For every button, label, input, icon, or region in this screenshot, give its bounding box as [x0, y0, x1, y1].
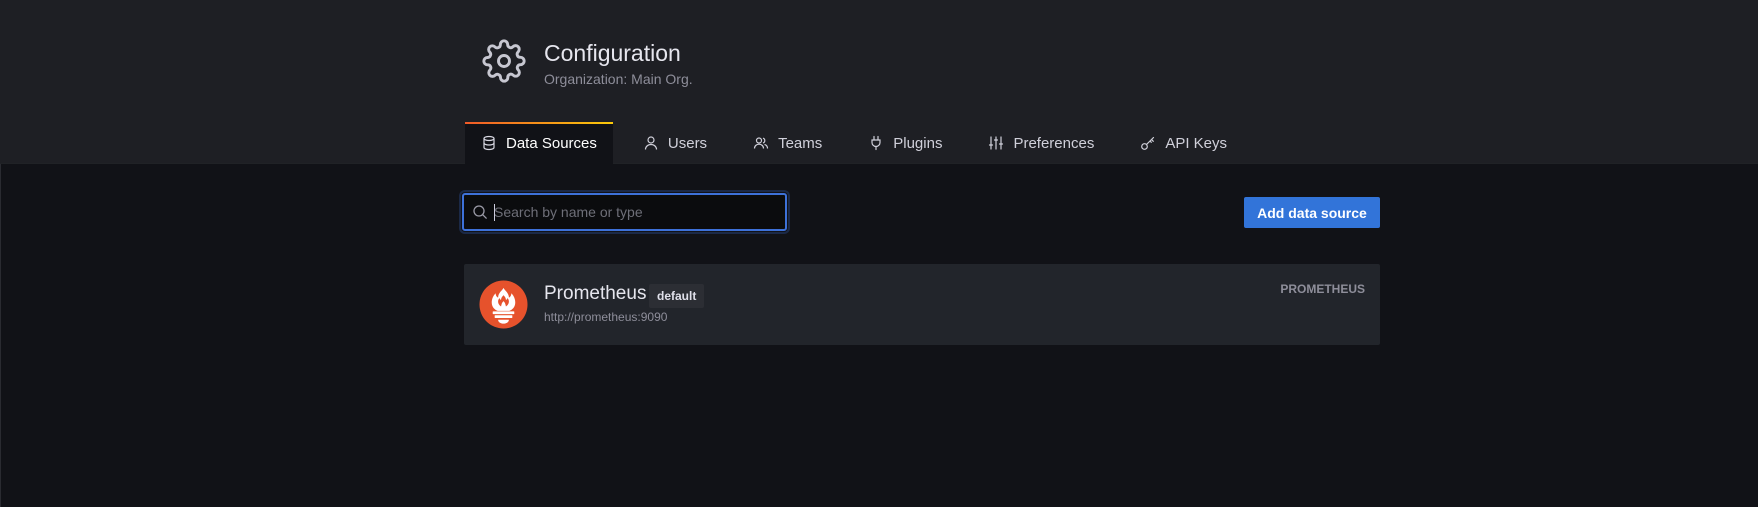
tab-users[interactable]: Users [627, 122, 723, 164]
gear-icon [482, 39, 526, 83]
datasource-type: PROMETHEUS [1280, 282, 1365, 296]
default-badge: default [649, 284, 705, 308]
tab-label: Teams [778, 134, 823, 152]
search-icon [472, 204, 488, 220]
datasource-url: http://prometheus:9090 [544, 310, 668, 324]
plug-icon [868, 135, 884, 151]
tab-plugins[interactable]: Plugins [852, 122, 958, 164]
database-icon [481, 135, 497, 151]
tab-label: API Keys [1165, 134, 1228, 152]
search-box [462, 193, 787, 231]
tab-label: Users [667, 134, 708, 152]
tab-label: Preferences [1013, 134, 1095, 152]
tab-data-sources[interactable]: Data Sources [465, 122, 613, 164]
tab-label: Plugins [893, 134, 943, 152]
page-subtitle: Organization: Main Org. [544, 71, 693, 87]
tab-teams[interactable]: Teams [737, 122, 838, 164]
search-input[interactable] [494, 195, 779, 229]
page-header: Configuration Organization: Main Org. Da… [0, 0, 1758, 164]
page: Configuration Organization: Main Org. Da… [0, 0, 1758, 507]
key-icon [1140, 135, 1156, 151]
datasource-card-prometheus[interactable]: Prometheus default http://prometheus:909… [464, 264, 1380, 345]
prometheus-logo [479, 280, 528, 329]
tab-preferences[interactable]: Preferences [972, 122, 1110, 164]
tab-api-keys[interactable]: API Keys [1124, 122, 1243, 164]
page-title: Configuration [544, 40, 681, 66]
user-icon [643, 135, 659, 151]
sliders-icon [988, 135, 1004, 151]
text-caret [494, 204, 495, 221]
header-inner: Configuration Organization: Main Org. Da… [465, 0, 1381, 164]
tab-label: Data Sources [506, 134, 597, 152]
tab-bar: Data Sources Users Teams Plugins Prefere… [465, 122, 1243, 164]
datasource-name: Prometheus [544, 283, 647, 304]
users-icon [753, 135, 769, 151]
add-data-source-button[interactable]: Add data source [1244, 197, 1380, 228]
